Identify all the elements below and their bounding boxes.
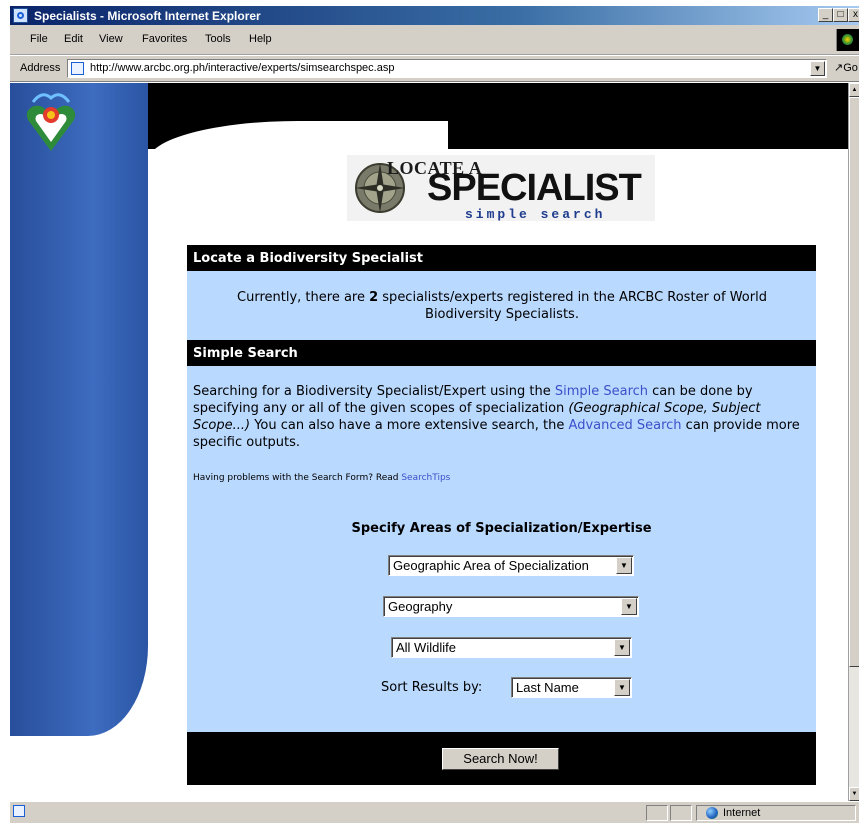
menu-edit[interactable]: Edit	[64, 33, 83, 45]
vertical-scrollbar[interactable]: ▲ ▼	[848, 83, 859, 801]
address-label: Address	[20, 62, 61, 74]
zone-pane	[696, 805, 856, 821]
maximize-button[interactable]: □	[833, 8, 848, 22]
advanced-search-link[interactable]: Advanced Search	[569, 418, 682, 433]
menu-favorites[interactable]: Favorites	[142, 33, 187, 45]
search-now-button[interactable]: Search Now!	[442, 748, 559, 770]
registered-count-text: Currently, there are 2 specialists/exper…	[237, 290, 767, 322]
windows-flag-icon	[836, 29, 859, 51]
scroll-up-icon[interactable]: ▲	[849, 83, 859, 97]
section-header-simple-search: Simple Search	[187, 340, 816, 366]
status-pane	[670, 805, 692, 821]
specify-areas-heading: Specify Areas of Specialization/Expertis…	[351, 521, 652, 536]
address-url[interactable]: http://www.arcbc.org.ph/interactive/expe…	[90, 62, 394, 74]
address-bar: Address http://www.arcbc.org.ph/interact…	[10, 56, 859, 82]
simple-search-link[interactable]: Simple Search	[555, 384, 648, 399]
scroll-thumb[interactable]	[849, 97, 859, 667]
geography-select[interactable]: Geography ▼	[383, 596, 639, 617]
zone-label: Internet	[723, 807, 761, 819]
locate-specialist-banner: LOCATE A SPECIALIST simple search	[347, 155, 655, 222]
window-title: Specialists - Microsoft Internet Explore…	[34, 9, 261, 23]
menu-tools[interactable]: Tools	[205, 33, 231, 45]
banner-specialist: SPECIALIST	[427, 167, 642, 209]
simple-search-intro: Searching for a Biodiversity Specialist/…	[193, 384, 800, 450]
dropdown-arrow-icon[interactable]: ▼	[616, 557, 632, 574]
dropdown-arrow-icon[interactable]: ▼	[614, 679, 630, 696]
search-tips-line: Having problems with the Search Form? Re…	[193, 473, 451, 483]
menu-bar: File Edit View Favorites Tools Help	[10, 25, 859, 55]
form-footer-bar: Search Now!	[187, 732, 816, 785]
sort-results-label: Sort Results by:	[381, 680, 483, 695]
site-logo-icon	[26, 93, 76, 151]
go-arrow-icon: ↗	[834, 62, 844, 74]
page-icon	[71, 62, 84, 75]
left-blue-panel	[10, 83, 148, 736]
search-tips-link[interactable]: SearchTips	[401, 473, 450, 483]
specialist-count: 2	[369, 290, 379, 305]
banner-simple-search: simple search	[465, 207, 606, 222]
address-dropdown-arrow-icon[interactable]: ▼	[810, 61, 825, 76]
status-page-icon	[13, 805, 25, 817]
menu-help[interactable]: Help	[249, 33, 272, 45]
menu-file[interactable]: File	[30, 33, 48, 45]
minimize-button[interactable]: _	[818, 8, 833, 22]
page-viewport: LOCATE A SPECIALIST simple search Locate…	[10, 83, 848, 801]
status-bar: Internet	[10, 801, 859, 823]
dropdown-arrow-icon[interactable]: ▼	[621, 598, 637, 615]
go-button[interactable]: ↗Go	[834, 61, 858, 74]
status-pane	[646, 805, 668, 821]
ie-page-icon	[13, 8, 28, 23]
dropdown-arrow-icon[interactable]: ▼	[614, 639, 630, 656]
title-bar: Specialists - Microsoft Internet Explore…	[10, 6, 859, 25]
address-input[interactable]: http://www.arcbc.org.ph/interactive/expe…	[67, 59, 827, 78]
sort-results-select[interactable]: Last Name ▼	[511, 677, 632, 698]
scroll-down-icon[interactable]: ▼	[849, 787, 859, 801]
close-button[interactable]: x	[848, 8, 859, 22]
globe-icon	[706, 807, 718, 819]
wildlife-select[interactable]: All Wildlife ▼	[391, 637, 632, 658]
section-header-locate: Locate a Biodiversity Specialist	[187, 245, 816, 271]
area-of-specialization-select[interactable]: Geographic Area of Specialization ▼	[388, 555, 634, 576]
search-panel: Locate a Biodiversity Specialist Current…	[187, 245, 816, 785]
menu-view[interactable]: View	[99, 33, 123, 45]
